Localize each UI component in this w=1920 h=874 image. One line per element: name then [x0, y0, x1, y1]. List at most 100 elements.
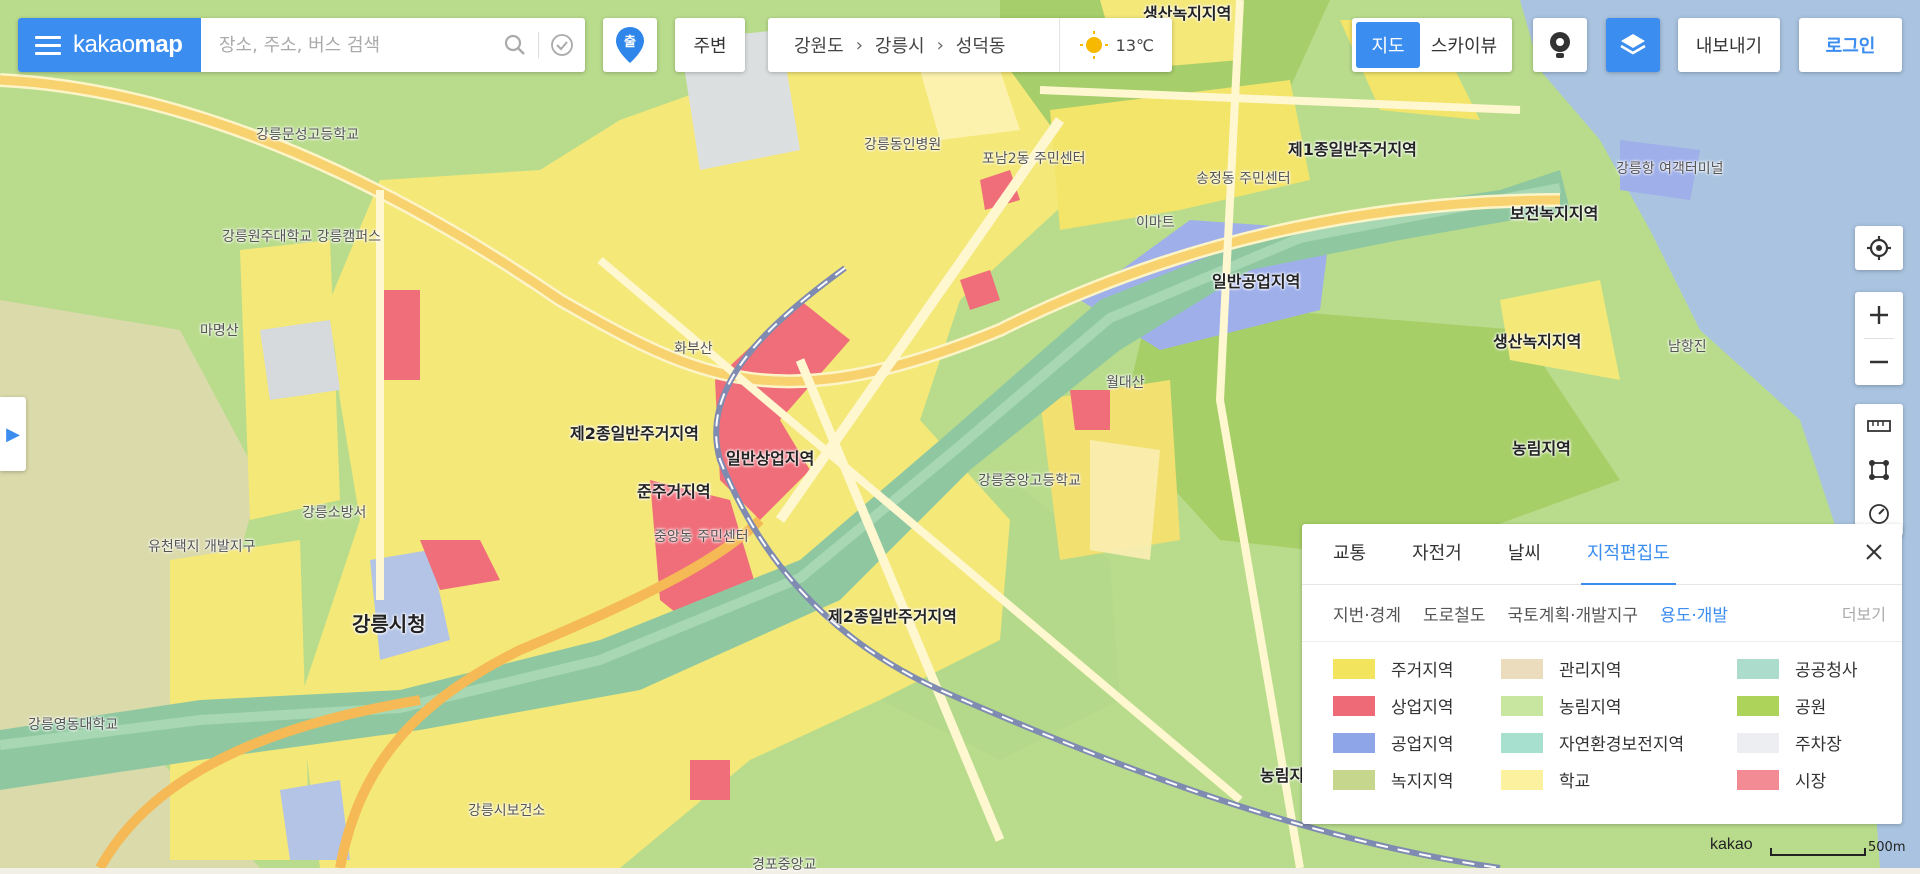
legend-item: 학교: [1501, 767, 1590, 792]
menu-icon[interactable]: [35, 35, 61, 55]
map-place-label[interactable]: 일반공업지역: [1212, 268, 1300, 292]
map-place-label[interactable]: 이마트: [1136, 212, 1175, 232]
map-place-label[interactable]: 일반상업지역: [726, 445, 814, 469]
start-point-button[interactable]: 출: [603, 18, 657, 72]
skyview-button[interactable]: 스카이뷰: [1420, 32, 1508, 58]
breadcrumb: 강원도 › 강릉시 › 성덕동 13℃: [768, 18, 1172, 72]
layers-button[interactable]: [1606, 18, 1660, 72]
zoom-in-icon[interactable]: [1855, 292, 1903, 338]
search-icon[interactable]: [492, 18, 538, 72]
map-place-label[interactable]: 강릉항 여객터미널: [1616, 158, 1724, 178]
layers-icon: [1620, 34, 1646, 55]
map-place-label[interactable]: 제2종일반주거지역: [570, 420, 699, 444]
map-place-label[interactable]: 생산녹지지역: [1493, 328, 1581, 352]
kakaomap-logo[interactable]: kakaomap: [73, 31, 183, 59]
subtab-land-planning[interactable]: 국토계획·개발지구: [1508, 601, 1639, 626]
scale-distance: 500m: [1868, 840, 1906, 855]
legend-swatch: [1501, 658, 1543, 679]
zoom-out-icon[interactable]: [1855, 339, 1903, 385]
subtab-road-railway[interactable]: 도로철도: [1423, 601, 1486, 626]
current-location-icon[interactable]: [1855, 226, 1903, 270]
legend-swatch: [1333, 732, 1375, 753]
tab-traffic[interactable]: 교통: [1333, 524, 1366, 584]
map-place-label[interactable]: 제2종일반주거지역: [828, 603, 957, 627]
legend-item: 상업지역: [1333, 693, 1454, 718]
map-place-label[interactable]: 강릉문성고등학교: [256, 124, 359, 144]
zoom-control: [1855, 292, 1903, 385]
legend-item: 시장: [1737, 767, 1826, 792]
legend-swatch: [1737, 658, 1779, 679]
more-link[interactable]: 더보기: [1842, 601, 1886, 625]
area-measure-icon[interactable]: [1855, 448, 1903, 492]
map-place-label[interactable]: 강릉시보건소: [468, 800, 545, 820]
legend-subtabs: 지번·경계 도로철도 국토계획·개발지구 용도·개발 더보기: [1302, 585, 1902, 642]
map-place-label[interactable]: 준주거지역: [637, 478, 711, 502]
subtab-lot-boundary[interactable]: 지번·경계: [1333, 601, 1401, 626]
login-button[interactable]: 로그인: [1799, 18, 1902, 72]
map-place-label[interactable]: 농림지: [1260, 762, 1304, 786]
current-location-control: [1855, 226, 1903, 270]
start-pin-icon: 출: [616, 27, 644, 63]
legend-swatch: [1333, 695, 1375, 716]
legend-item: 주차장: [1737, 730, 1842, 755]
distance-ruler-icon[interactable]: [1855, 404, 1903, 448]
breadcrumb-dong[interactable]: 성덕동: [944, 32, 1018, 58]
legend-label: 학교: [1559, 772, 1591, 792]
weather-temperature: 13℃: [1115, 35, 1154, 55]
legend-item: 농림지역: [1501, 693, 1622, 718]
roadview-camera-icon: [1550, 32, 1570, 58]
search-input[interactable]: [201, 19, 492, 71]
legend-label: 주차장: [1795, 735, 1842, 755]
side-panel-toggle[interactable]: ▶: [0, 397, 26, 471]
map-place-label[interactable]: 강릉중앙고등학교: [978, 470, 1081, 490]
export-button[interactable]: 내보내기: [1678, 18, 1780, 72]
sun-icon: [1079, 31, 1108, 59]
map-place-label[interactable]: 강릉영동대학교: [28, 714, 118, 734]
map-view-button[interactable]: 지도: [1356, 22, 1420, 68]
legend-item: 공원: [1737, 693, 1826, 718]
breadcrumb-province[interactable]: 강원도: [768, 32, 856, 58]
legend-item: 관리지역: [1501, 656, 1622, 681]
legend-swatch: [1737, 695, 1779, 716]
legend-label: 농림지역: [1559, 698, 1622, 718]
roadview-button[interactable]: [1533, 18, 1587, 72]
map-place-label[interactable]: 강릉시청: [352, 608, 426, 637]
map-place-label[interactable]: 유천택지 개발지구: [148, 536, 256, 556]
map-place-label[interactable]: 농림지역: [1512, 435, 1571, 459]
search-bar: kakaomap: [18, 18, 585, 72]
map-place-label[interactable]: 경포중앙교: [752, 854, 816, 874]
map-place-label[interactable]: 강릉동인병원: [864, 134, 941, 154]
map-place-label[interactable]: 제1종일반주거지역: [1288, 136, 1417, 160]
subtab-land-use[interactable]: 용도·개발: [1660, 601, 1728, 626]
route-check-icon[interactable]: [539, 18, 585, 72]
map-place-label[interactable]: 보전녹지지역: [1510, 200, 1598, 224]
tab-cadastral-map[interactable]: 지적편집도: [1580, 524, 1676, 585]
map-place-label[interactable]: 화부산: [674, 338, 713, 358]
map-place-label[interactable]: 강릉소방서: [302, 502, 366, 522]
close-icon[interactable]: [1864, 542, 1884, 562]
map-place-label[interactable]: 강릉원주대학교 강릉캠퍼스: [222, 226, 381, 246]
map-place-label[interactable]: 중앙동 주민센터: [654, 526, 749, 546]
legend-tabs: 교통 자전거 날씨 지적편집도: [1302, 524, 1902, 585]
legend-swatch: [1501, 769, 1543, 790]
legend-item: 주거지역: [1333, 656, 1454, 681]
legend-label: 주거지역: [1391, 661, 1454, 681]
breadcrumb-city[interactable]: 강릉시: [863, 32, 937, 58]
legend-label: 시장: [1795, 772, 1827, 792]
nearby-button[interactable]: 주변: [675, 18, 745, 72]
map-place-label[interactable]: 포남2동 주민센터: [982, 148, 1086, 168]
legend-label: 녹지지역: [1391, 772, 1454, 792]
map-place-label[interactable]: 송정동 주민센터: [1196, 168, 1291, 188]
legend-swatch: [1737, 732, 1779, 753]
legend-item: 녹지지역: [1333, 767, 1454, 792]
legend-label: 공업지역: [1391, 735, 1454, 755]
tab-bicycle[interactable]: 자전거: [1412, 524, 1462, 584]
weather-widget[interactable]: 13℃: [1058, 18, 1172, 72]
legend-label: 상업지역: [1391, 698, 1454, 718]
map-place-label[interactable]: 마명산: [200, 320, 239, 340]
tab-weather[interactable]: 날씨: [1508, 524, 1541, 584]
map-place-label[interactable]: 월대산: [1106, 372, 1145, 392]
legend-item: 공업지역: [1333, 730, 1454, 755]
map-place-label[interactable]: 남항진: [1668, 336, 1707, 356]
start-pin-label: 출: [624, 34, 636, 50]
